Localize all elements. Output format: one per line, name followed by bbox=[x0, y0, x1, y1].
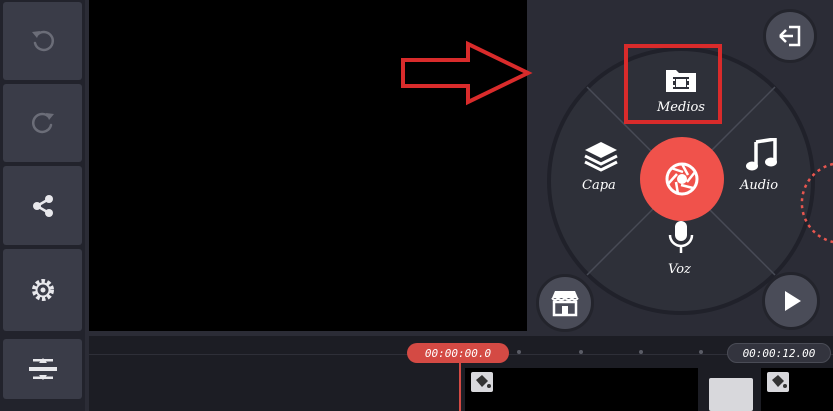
layers-icon bbox=[584, 142, 618, 172]
store-button[interactable] bbox=[536, 274, 594, 332]
undo-button[interactable] bbox=[3, 2, 82, 80]
left-toolbar bbox=[0, 0, 85, 411]
adjust-icon bbox=[28, 358, 57, 380]
clip-transition-handle[interactable] bbox=[709, 378, 753, 411]
play-icon bbox=[785, 291, 801, 311]
current-time-badge: 00:00:00.0 bbox=[407, 343, 509, 363]
annotation-arrow bbox=[401, 40, 533, 106]
annotation-highlight-box bbox=[624, 44, 722, 124]
layer-button[interactable]: Capa bbox=[566, 136, 636, 200]
paint-bucket-icon bbox=[471, 372, 493, 392]
drag-handle-arc[interactable] bbox=[778, 158, 833, 248]
settings-button[interactable] bbox=[3, 249, 82, 331]
undo-icon bbox=[31, 30, 54, 52]
store-icon bbox=[551, 291, 579, 317]
share-button[interactable] bbox=[3, 166, 82, 245]
voice-label: Voz bbox=[668, 262, 691, 277]
layer-label: Capa bbox=[582, 178, 616, 193]
timeline[interactable]: 00:00:00.0 00:00:12.00 bbox=[89, 336, 833, 411]
audio-label: Audio bbox=[740, 178, 779, 193]
ruler-tick bbox=[699, 350, 703, 354]
camera-button[interactable] bbox=[640, 137, 724, 221]
voice-button[interactable]: Voz bbox=[648, 218, 714, 284]
ruler-tick bbox=[579, 350, 583, 354]
timeline-adjust-button[interactable] bbox=[3, 339, 82, 399]
ruler-tick bbox=[517, 350, 521, 354]
share-icon bbox=[32, 194, 53, 217]
total-time-badge: 00:00:12.00 bbox=[727, 343, 831, 363]
redo-button[interactable] bbox=[3, 84, 82, 162]
music-note-icon bbox=[746, 138, 777, 171]
clip-track-next[interactable] bbox=[761, 368, 833, 411]
redo-icon bbox=[31, 112, 54, 134]
microphone-icon bbox=[668, 221, 694, 253]
ruler-tick bbox=[639, 350, 643, 354]
paint-bucket-icon bbox=[767, 372, 789, 392]
clip-track[interactable] bbox=[465, 368, 698, 411]
camera-shutter-icon bbox=[665, 162, 699, 196]
gear-icon bbox=[31, 279, 54, 301]
playhead[interactable] bbox=[459, 358, 461, 411]
play-button[interactable] bbox=[762, 272, 820, 330]
